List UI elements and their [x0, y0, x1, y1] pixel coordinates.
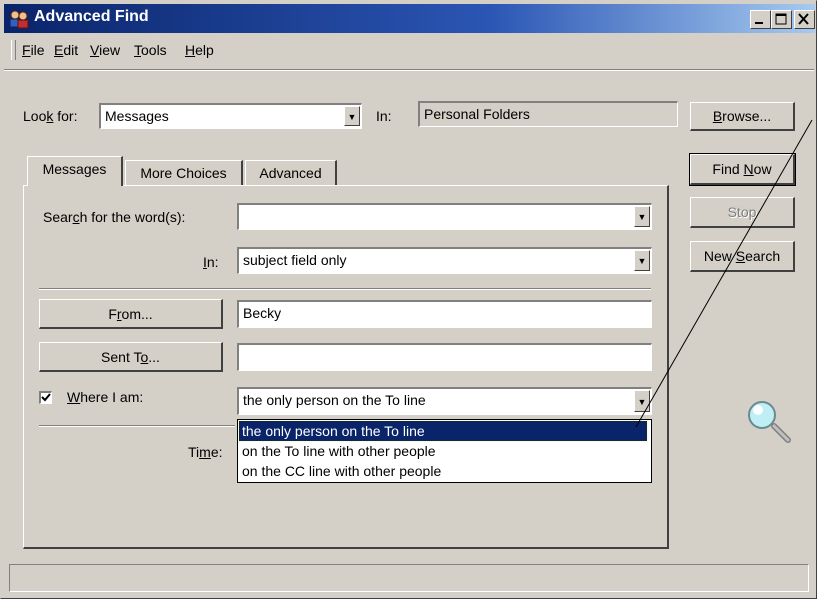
annotation-pointer-line — [635, 119, 813, 428]
tab-messages[interactable]: Messages — [27, 156, 123, 186]
